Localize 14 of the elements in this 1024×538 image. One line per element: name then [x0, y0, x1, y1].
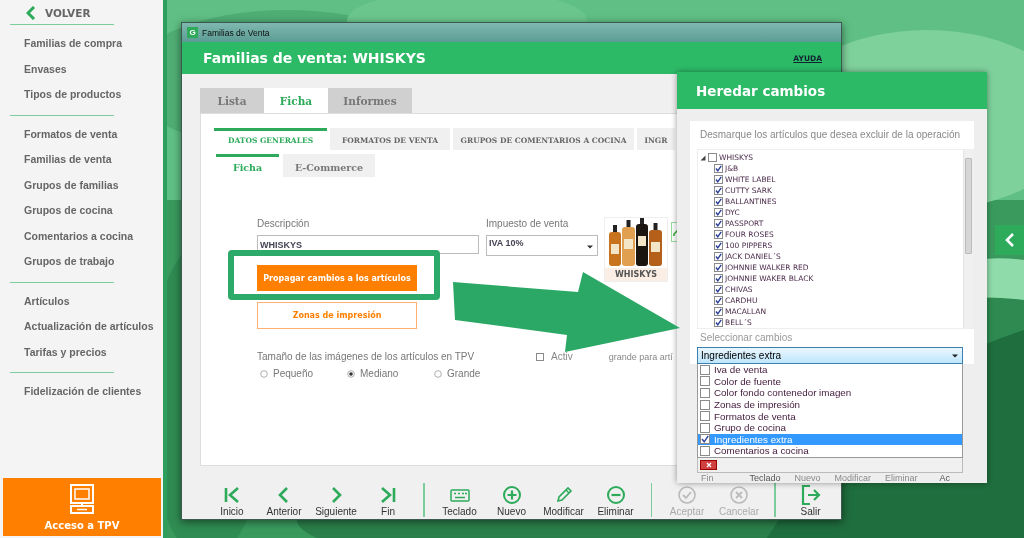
sidebar-item[interactable]: Envases	[0, 56, 163, 82]
sidebar-item[interactable]: Grupos de cocina	[0, 198, 163, 224]
sidebar-item[interactable]: Fidelización de clientes	[0, 379, 163, 405]
sidebar-item[interactable]: Grupos de familias	[0, 172, 163, 198]
back-link[interactable]: VOLVER	[0, 0, 163, 22]
sidebar-item[interactable]: Tarifas y precios	[0, 339, 163, 365]
sidebar-item[interactable]: Familias de venta	[0, 147, 163, 173]
sidebar-item[interactable]: Actualización de artículos	[0, 314, 163, 340]
sidebar-item[interactable]: Familias de compra	[0, 31, 163, 57]
sidebar-item[interactable]: Tipos de productos	[0, 82, 163, 108]
sidebar-item[interactable]: Artículos	[0, 288, 163, 314]
sidebar-item[interactable]: Formatos de venta	[0, 121, 163, 147]
sidebar-item[interactable]: Grupos de trabajo	[0, 249, 163, 275]
sidebar-item[interactable]: Comentarios a cocina	[0, 223, 163, 249]
